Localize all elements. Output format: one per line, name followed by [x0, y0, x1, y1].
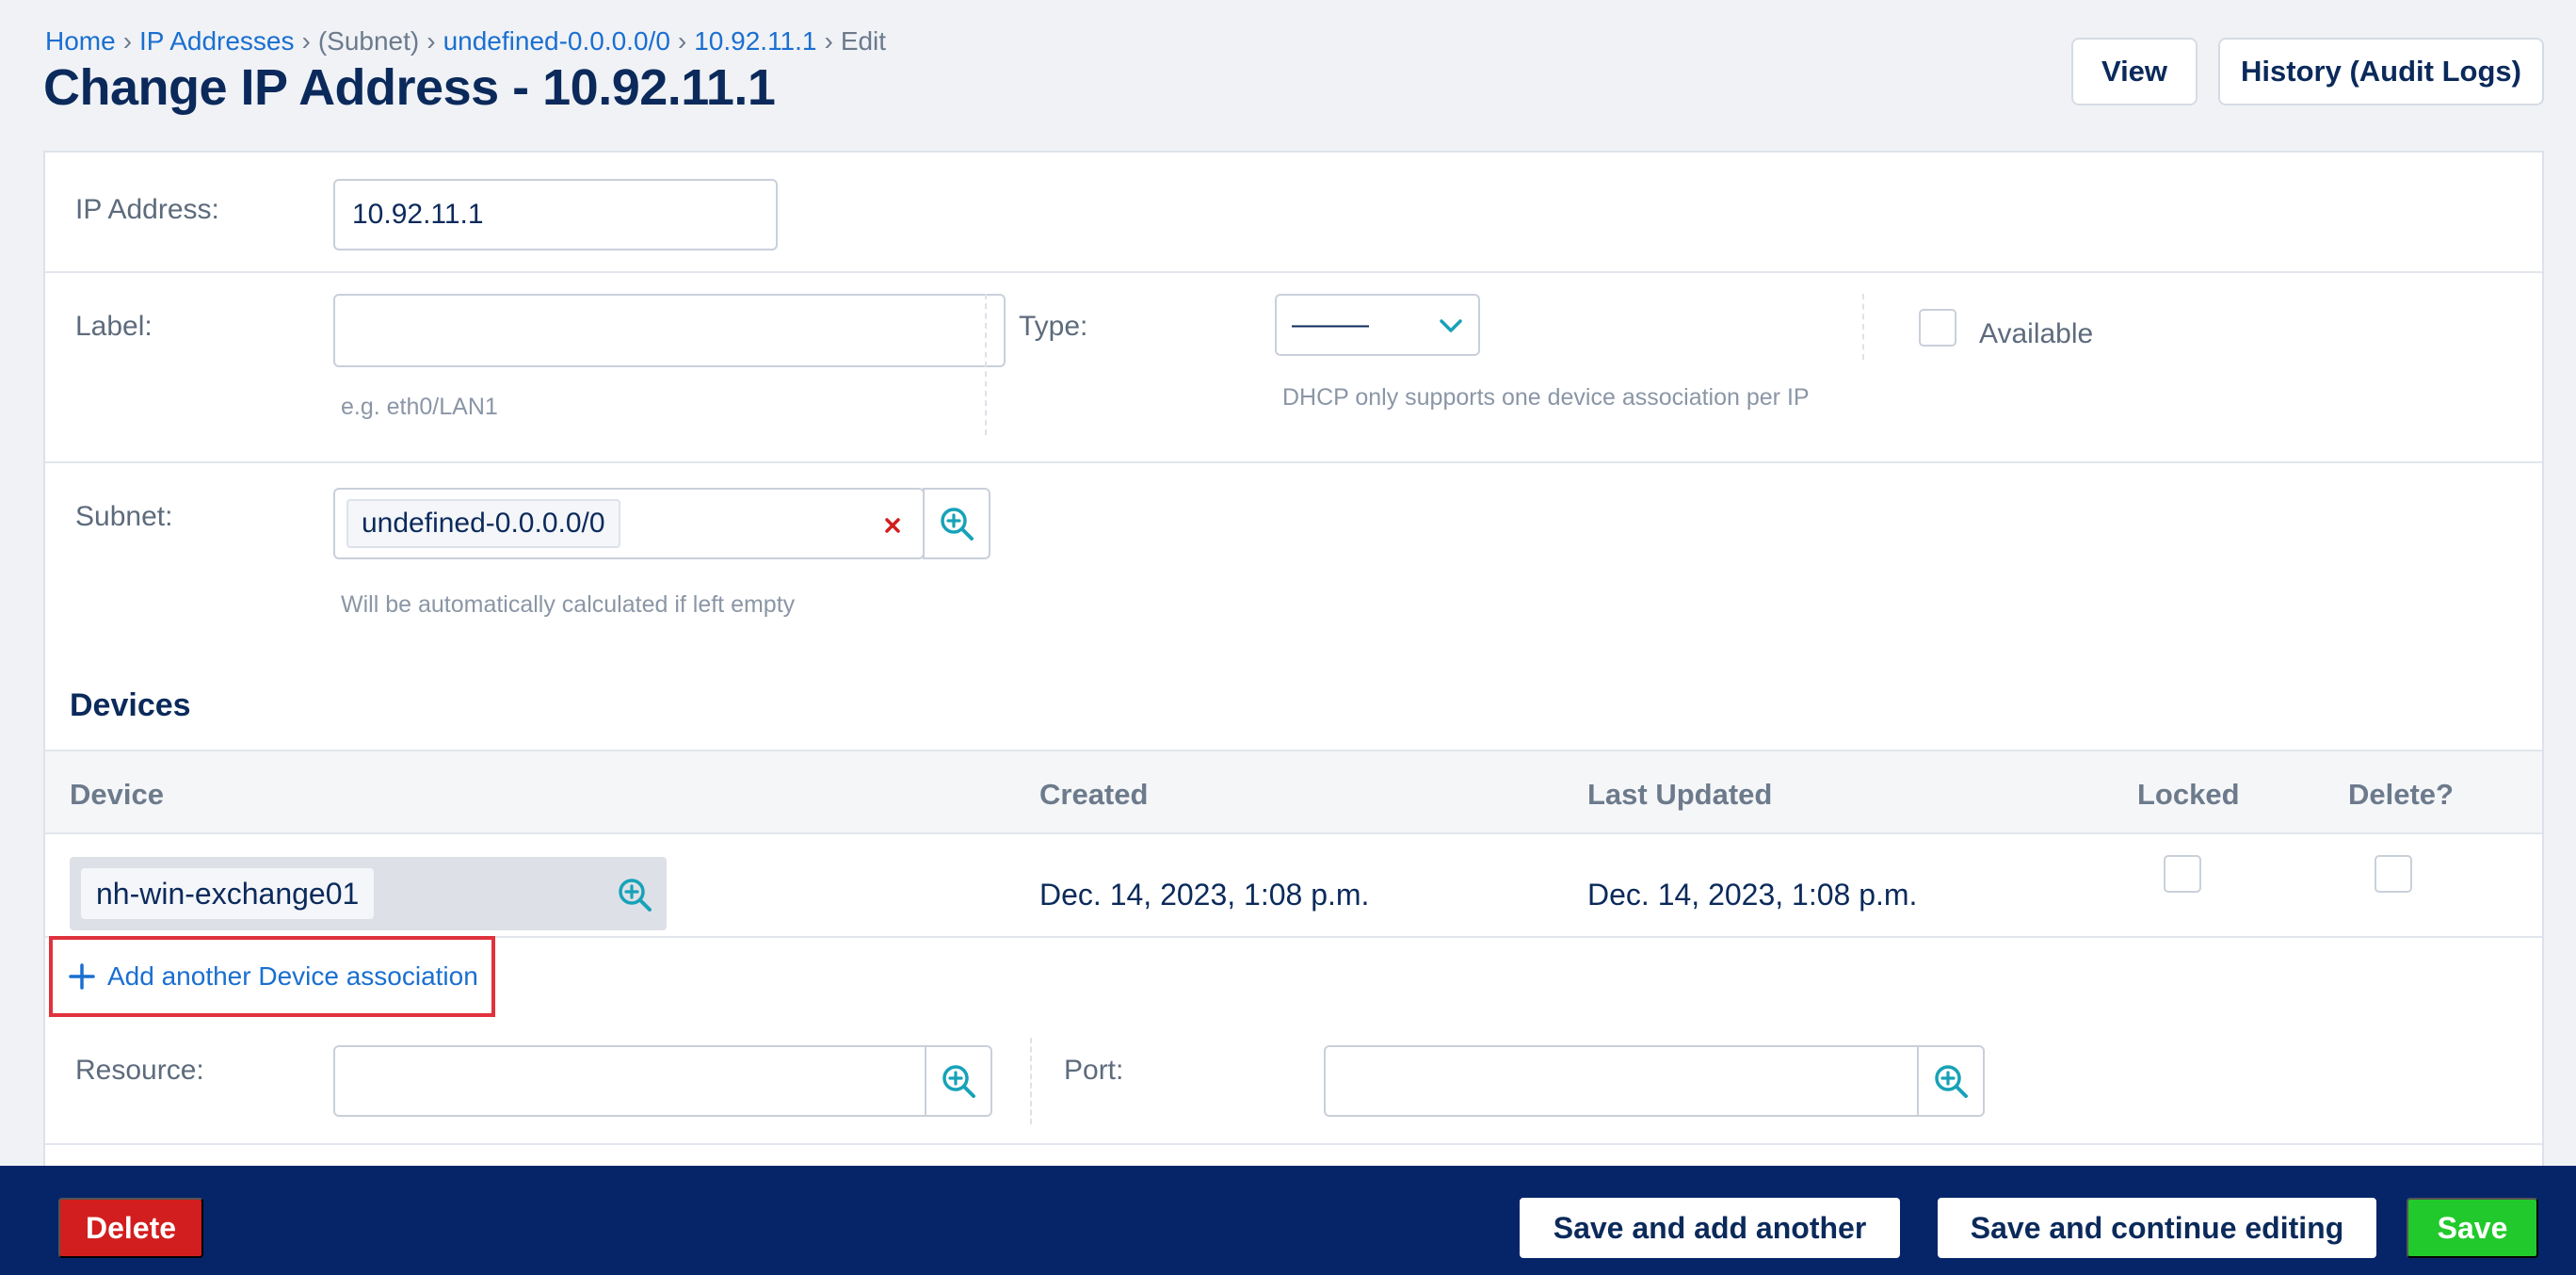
label-help-text: e.g. eth0/LAN1 [341, 394, 498, 420]
column-header-locked: Locked [2137, 778, 2240, 811]
delete-checkbox[interactable] [2375, 855, 2412, 893]
devices-section-title: Devices [70, 687, 191, 723]
ip-form-card: IP Address: 10.92.11.1 Label: e.g. eth0/… [43, 151, 2544, 1168]
subnet-lookup-button[interactable] [923, 488, 990, 559]
device-tag: nh-win-exchange01 [81, 868, 375, 919]
zoom-in-icon [1935, 1065, 1968, 1098]
page-title: Change IP Address - 10.92.11.1 [43, 59, 776, 116]
save-and-continue-button[interactable]: Save and continue editing [1938, 1198, 2376, 1258]
devices-table-header: Device Created Last Updated Locked Delet… [45, 750, 2542, 834]
column-header-last-updated: Last Updated [1587, 778, 1773, 811]
port-lookup-button[interactable] [1917, 1045, 1985, 1117]
zoom-in-icon [941, 508, 974, 541]
add-device-association-link[interactable]: Add another Device association [49, 936, 495, 1017]
column-header-delete: Delete? [2348, 778, 2454, 811]
breadcrumb-subnet[interactable]: undefined-0.0.0.0/0 [443, 26, 670, 56]
delete-button[interactable]: Delete [58, 1198, 203, 1258]
plus-icon [69, 963, 95, 990]
divider [1862, 294, 1864, 360]
device-created: Dec. 14, 2023, 1:08 p.m. [1039, 878, 1370, 912]
breadcrumb-ip-addresses[interactable]: IP Addresses [139, 26, 294, 56]
ip-address-label: IP Address: [75, 194, 219, 225]
subnet-label: Subnet: [75, 501, 173, 532]
type-select-value: ——— [1292, 309, 1369, 340]
port-input[interactable] [1324, 1045, 1919, 1117]
available-checkbox[interactable] [1919, 309, 1956, 347]
save-and-add-another-button[interactable]: Save and add another [1520, 1198, 1900, 1258]
zoom-in-icon [942, 1065, 975, 1098]
divider [45, 461, 2542, 463]
divider [1030, 1038, 1032, 1124]
resource-lookup-button[interactable] [925, 1045, 992, 1117]
device-select[interactable]: nh-win-exchange01 [70, 857, 667, 930]
resource-label: Resource: [75, 1055, 204, 1086]
column-header-device: Device [70, 778, 164, 811]
breadcrumb-subnet-paren: (Subnet) [317, 26, 420, 56]
breadcrumb-home[interactable]: Home [45, 26, 116, 56]
label-input[interactable] [333, 294, 1006, 367]
history-button[interactable]: History (Audit Logs) [2218, 38, 2544, 105]
divider [45, 1143, 2542, 1145]
subnet-input[interactable]: undefined-0.0.0.0/0 [333, 488, 925, 559]
type-help-text: DHCP only supports one device associatio… [1282, 384, 1810, 411]
column-header-created: Created [1039, 778, 1149, 811]
breadcrumb-ip[interactable]: 10.92.11.1 [694, 26, 816, 56]
save-button[interactable]: Save [2407, 1198, 2538, 1258]
divider [45, 271, 2542, 273]
available-label: Available [1979, 318, 2094, 349]
clear-x-icon[interactable] [883, 516, 902, 535]
device-last-updated: Dec. 14, 2023, 1:08 p.m. [1587, 878, 1918, 912]
type-label: Type: [1019, 311, 1088, 342]
zoom-in-icon[interactable] [616, 876, 653, 913]
submit-row: Delete Save and add another Save and con… [0, 1166, 2576, 1275]
resource-input[interactable] [333, 1045, 926, 1117]
port-label: Port: [1064, 1055, 1124, 1086]
subnet-tag: undefined-0.0.0.0/0 [346, 499, 620, 548]
label-field-label: Label: [75, 311, 153, 342]
breadcrumb-current: Edit [840, 26, 887, 56]
type-select[interactable]: ——— [1275, 294, 1480, 356]
chevron-down-icon [1440, 319, 1462, 332]
ip-address-input[interactable]: 10.92.11.1 [333, 179, 778, 250]
subnet-help-text: Will be automatically calculated if left… [341, 591, 796, 618]
add-device-association-label: Add another Device association [107, 961, 478, 991]
divider [985, 294, 987, 435]
locked-checkbox[interactable] [2164, 855, 2201, 893]
view-button[interactable]: View [2071, 38, 2198, 105]
breadcrumb: Home › IP Addresses › (Subnet) › undefined-0.0… [45, 26, 887, 56]
